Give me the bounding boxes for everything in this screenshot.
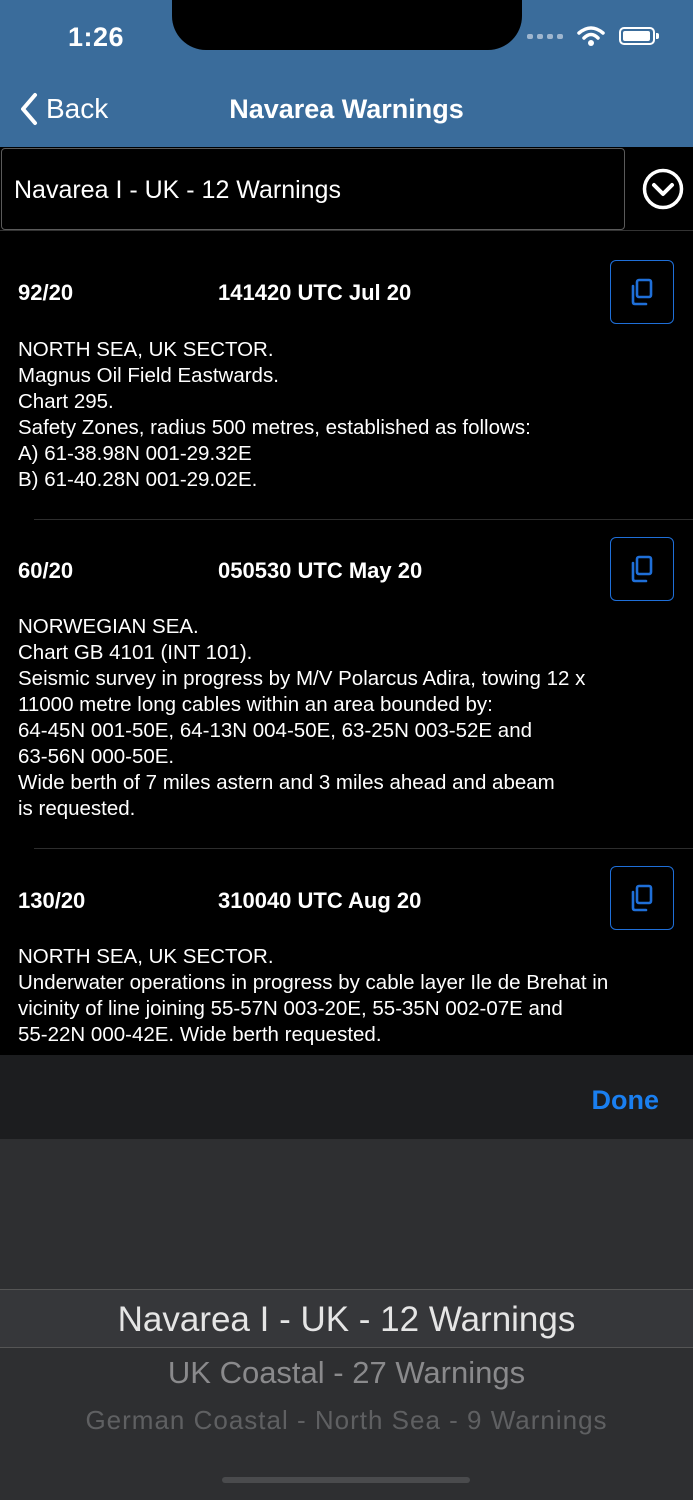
warning-body: NORTH SEA, UK SECTOR. Magnus Oil Field E… [18,338,531,491]
picker-option-selected[interactable]: Navarea I - UK - 12 Warnings [0,1300,693,1340]
status-icons [527,26,659,46]
warning-datetime: 050530 UTC May 20 [218,558,423,583]
copy-button[interactable] [610,537,674,601]
warning-datetime: 310040 UTC Aug 20 [218,888,422,913]
selector-divider [0,230,693,231]
warning-id: 60/20 [18,558,74,583]
navigation-bar: 1:26 Back Navarea Warnings [0,0,693,147]
copy-icon [631,884,653,912]
copy-button[interactable] [610,866,674,930]
picker-option[interactable]: UK Coastal - 27 Warnings [0,1355,693,1391]
copy-button[interactable] [610,260,674,324]
navarea-picker[interactable]: Navarea I - UK - 12 Warnings UK Coastal … [0,1139,693,1500]
warning-id: 92/20 [18,280,74,305]
battery-icon [619,27,659,45]
status-time: 1:26 [68,22,125,52]
done-button[interactable]: Done [592,1085,660,1116]
app-screen: 1:26 Back Navarea Warnings Navarea I - U… [0,0,693,1500]
wifi-icon [577,26,605,46]
device-notch [172,0,522,50]
picker-toolbar: Done [0,1055,693,1139]
row-divider [34,848,693,849]
warning-body: NORTH SEA, UK SECTOR. Underwater operati… [18,945,609,1046]
navarea-selector-field[interactable]: Navarea I - UK - 12 Warnings [1,148,625,230]
signal-icon [527,33,563,39]
warning-body: NORWEGIAN SEA. Chart GB 4101 (INT 101). … [18,615,586,820]
page-title: Navarea Warnings [229,94,464,124]
picker-option[interactable]: German Coastal - North Sea - 9 Warnings [0,1405,693,1436]
warning-datetime: 141420 UTC Jul 20 [218,280,412,305]
row-divider [34,519,693,520]
copy-icon [631,278,653,306]
selector-value: Navarea I - UK - 12 Warnings [14,176,341,204]
chevron-down-circle-icon[interactable] [642,168,684,210]
home-indicator[interactable] [222,1477,470,1483]
copy-icon [631,555,653,583]
warning-id: 130/20 [18,888,86,913]
